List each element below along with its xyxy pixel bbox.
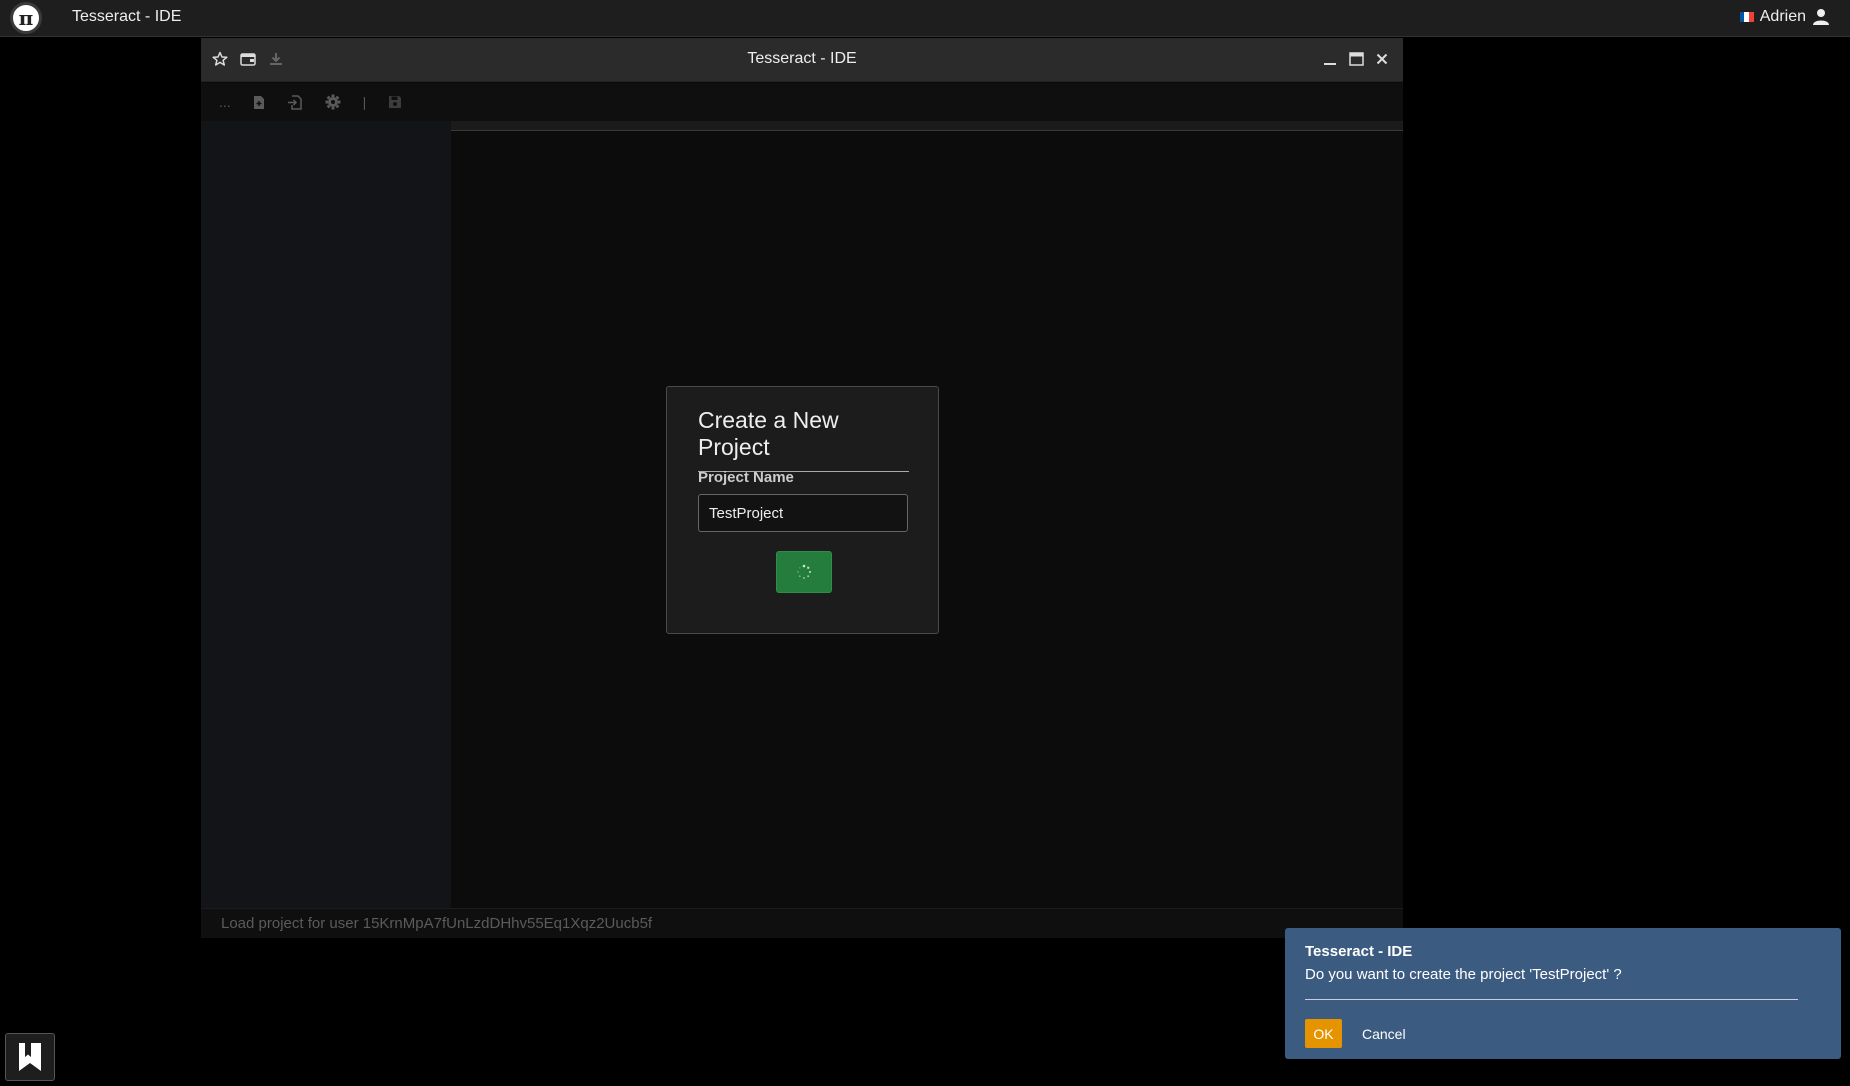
- ide-toolbar: ... |: [201, 83, 1403, 121]
- loading-spinner-icon: [797, 564, 812, 579]
- user-icon[interactable]: [1812, 8, 1830, 26]
- notification-divider: [1305, 999, 1798, 1000]
- top-bar-title: Tesseract - IDE: [72, 8, 182, 25]
- toolbar-separator: |: [362, 94, 367, 110]
- bookmark-icon: [19, 1043, 41, 1071]
- minimize-icon[interactable]: [1321, 50, 1339, 68]
- notification-title: Tesseract - IDE: [1305, 943, 1413, 960]
- more-button[interactable]: ...: [219, 94, 231, 110]
- project-name-input[interactable]: [698, 494, 908, 532]
- maximize-icon[interactable]: [1347, 50, 1365, 68]
- window-title: Tesseract - IDE: [747, 50, 857, 67]
- status-text: Load project for user 15KrnMpA7fUnLzdDHh…: [221, 915, 653, 932]
- window-titlebar[interactable]: Tesseract - IDE: [201, 38, 1403, 82]
- confirm-notification: Tesseract - IDE Do you want to create th…: [1285, 928, 1841, 1059]
- ok-button[interactable]: OK: [1305, 1019, 1342, 1048]
- dialog-title: Create a New Project: [698, 407, 909, 472]
- user-name: Adrien: [1759, 8, 1806, 25]
- project-sidebar: [201, 121, 451, 908]
- save-icon[interactable]: [388, 95, 402, 109]
- create-project-dialog: Create a New Project Project Name: [666, 386, 939, 634]
- french-flag-icon[interactable]: [1739, 12, 1754, 22]
- import-file-icon[interactable]: [287, 94, 303, 110]
- new-file-icon[interactable]: [253, 95, 265, 110]
- notification-message: Do you want to create the project 'TestP…: [1305, 966, 1622, 983]
- editor-tab-bar: [451, 121, 1403, 131]
- project-name-label: Project Name: [698, 469, 794, 486]
- bookmark-button[interactable]: [5, 1033, 55, 1081]
- top-bar: π Tesseract - IDE Adrien: [0, 0, 1850, 37]
- create-project-button[interactable]: [776, 551, 832, 593]
- status-bar: Load project for user 15KrnMpA7fUnLzdDHh…: [201, 908, 1403, 938]
- cancel-button[interactable]: Cancel: [1356, 1019, 1412, 1048]
- app-logo[interactable]: π: [10, 2, 42, 34]
- settings-icon[interactable]: [325, 94, 341, 110]
- user-menu[interactable]: Adrien: [1739, 8, 1830, 26]
- close-icon[interactable]: [1373, 50, 1391, 68]
